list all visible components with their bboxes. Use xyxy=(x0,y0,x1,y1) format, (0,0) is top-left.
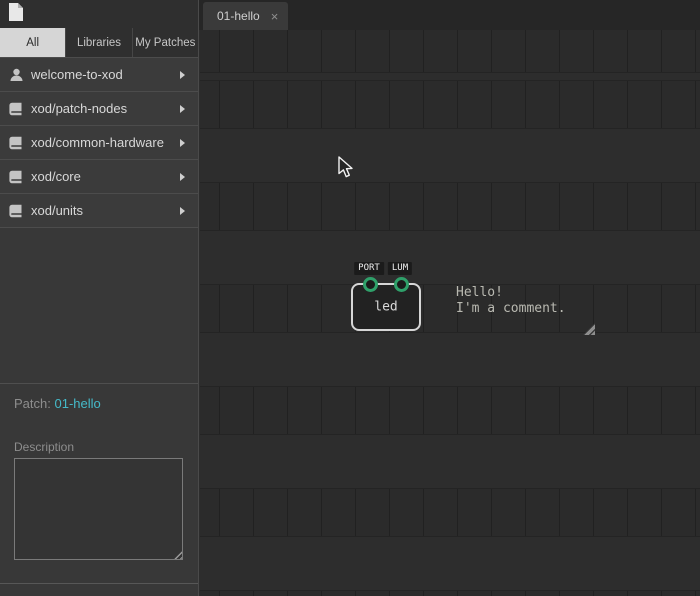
book-icon xyxy=(8,136,24,150)
user-icon xyxy=(8,68,24,82)
item-label: xod/common-hardware xyxy=(31,135,164,150)
chevron-right-icon[interactable] xyxy=(180,173,185,181)
library-list: welcome-to-xod xod/patch-nodes xyxy=(0,57,198,228)
patch-label: Patch: xyxy=(14,396,51,411)
item-label: welcome-to-xod xyxy=(31,67,123,82)
comment-line: I'm a comment. xyxy=(456,301,596,317)
sidebar-item-xod-units[interactable]: xod/units xyxy=(0,194,198,228)
chevron-right-icon[interactable] xyxy=(180,207,185,215)
patch-name-link: 01-hello xyxy=(54,396,100,411)
node-label: led xyxy=(353,300,419,315)
description-textarea[interactable] xyxy=(14,458,183,560)
description-label: Description xyxy=(14,440,74,454)
close-icon[interactable]: × xyxy=(271,10,279,23)
pin-port[interactable] xyxy=(363,277,378,292)
comment-node[interactable]: Hello! I'm a comment. xyxy=(456,285,596,349)
pin-label-lum: LUM xyxy=(388,262,412,275)
tab-libraries[interactable]: Libraries xyxy=(66,28,132,57)
patch-tab-01-hello[interactable]: 01-hello × xyxy=(203,2,288,30)
book-icon xyxy=(8,170,24,184)
sidebar-divider xyxy=(0,583,198,584)
sidebar-header xyxy=(0,0,198,28)
sidebar-divider xyxy=(0,383,198,384)
patch-info-row: Patch: 01-hello xyxy=(14,396,101,411)
tab-my-patches[interactable]: My Patches xyxy=(133,28,198,57)
pin-lum[interactable] xyxy=(394,277,409,292)
sidebar-item-xod-common-hardware[interactable]: xod/common-hardware xyxy=(0,126,198,160)
file-icon xyxy=(8,2,24,22)
chevron-right-icon[interactable] xyxy=(180,105,185,113)
sidebar-item-xod-patch-nodes[interactable]: xod/patch-nodes xyxy=(0,92,198,126)
chevron-right-icon[interactable] xyxy=(180,71,185,79)
chevron-right-icon[interactable] xyxy=(180,139,185,147)
editor-tab-bar: 01-hello × xyxy=(199,0,700,30)
sidebar-item-welcome-to-xod[interactable]: welcome-to-xod xyxy=(0,58,198,92)
item-label: xod/units xyxy=(31,203,83,218)
sidebar-item-xod-core[interactable]: xod/core xyxy=(0,160,198,194)
pin-label-port: PORT xyxy=(354,262,384,275)
tab-all[interactable]: All xyxy=(0,28,66,57)
library-filter-tabs: All Libraries My Patches xyxy=(0,28,198,57)
book-icon xyxy=(8,204,24,218)
book-icon xyxy=(8,102,24,116)
patch-tab-label: 01-hello xyxy=(217,9,260,23)
patch-canvas[interactable]: led PORT LUM Hello! I'm a comment. xyxy=(200,30,700,596)
comment-line: Hello! xyxy=(456,285,596,301)
project-browser-sidebar: All Libraries My Patches welcome-to-xod xyxy=(0,0,199,596)
item-label: xod/patch-nodes xyxy=(31,101,127,116)
xod-ide-window: All Libraries My Patches welcome-to-xod xyxy=(0,0,700,596)
item-label: xod/core xyxy=(31,169,81,184)
new-patch-icon[interactable] xyxy=(7,2,25,24)
node-led[interactable]: led xyxy=(351,283,421,331)
